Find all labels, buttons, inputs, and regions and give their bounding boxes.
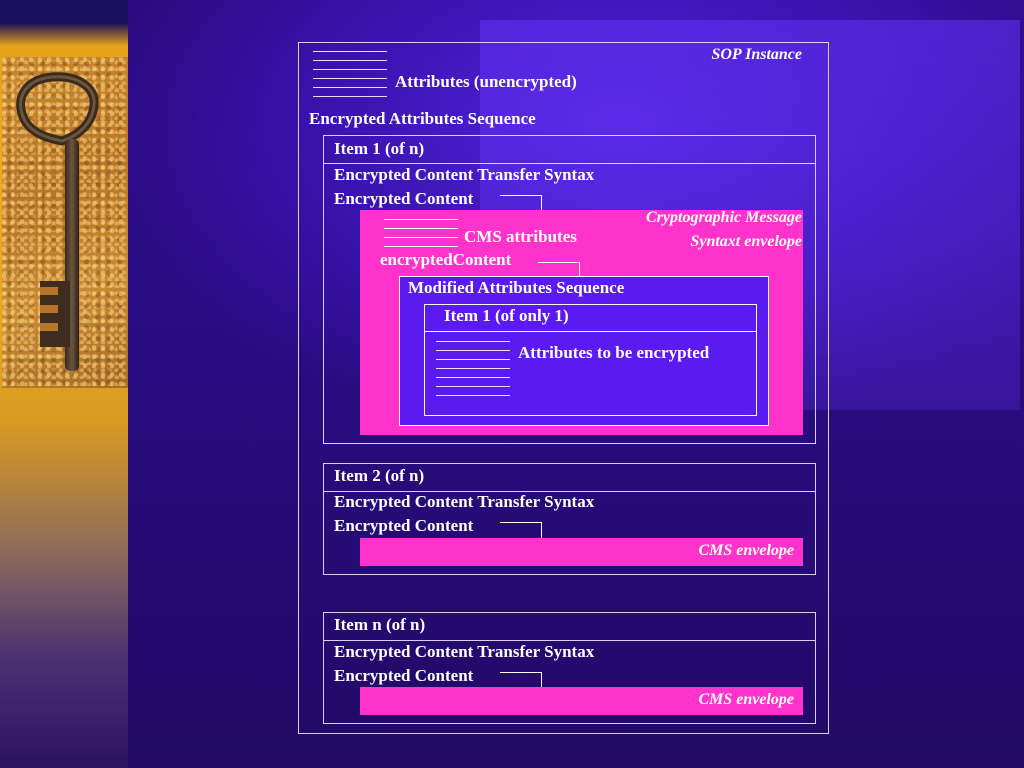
item-1-transfer-syntax: Encrypted Content Transfer Syntax xyxy=(334,165,595,184)
unencrypted-attribute-lines xyxy=(313,51,387,105)
item-2-content-connector xyxy=(500,522,542,539)
modified-attributes-sequence-label: Modified Attributes Sequence xyxy=(408,278,625,297)
item-n-content-connector xyxy=(500,672,542,688)
slide: SOP Instance Attributes (unencrypted) En… xyxy=(0,0,1024,768)
item-2-transfer-syntax: Encrypted Content Transfer Syntax xyxy=(334,492,595,511)
item-n-encrypted-content: Encrypted Content xyxy=(334,666,474,685)
item-1-header: Item 1 (of n) xyxy=(334,139,425,158)
unencrypted-attributes-label: Attributes (unencrypted) xyxy=(395,72,577,91)
item-2-encrypted-content: Encrypted Content xyxy=(334,516,474,535)
encrypted-content-connector xyxy=(538,262,580,277)
encrypted-content-field-label: encryptedContent xyxy=(380,250,512,269)
item-1-content-connector xyxy=(500,195,542,211)
item-n-cms-envelope-label: CMS envelope xyxy=(698,691,794,708)
item-n-transfer-syntax: Encrypted Content Transfer Syntax xyxy=(334,642,595,661)
encrypt-attribute-lines xyxy=(436,341,510,404)
key-image xyxy=(2,57,128,388)
encrypted-attributes-sequence-label: Encrypted Attributes Sequence xyxy=(309,109,536,128)
item-n-header: Item n (of n) xyxy=(334,615,426,634)
inner-item-header: Item 1 (of only 1) xyxy=(444,306,569,325)
cms-envelope-label-line1: Cryptographic Message xyxy=(646,209,802,226)
item-1-encrypted-content: Encrypted Content xyxy=(334,189,474,208)
item-2-header: Item 2 (of n) xyxy=(334,466,425,485)
item-2-cms-envelope-label: CMS envelope xyxy=(698,542,794,559)
attributes-to-encrypt-label: Attributes to be encrypted xyxy=(518,343,710,362)
sop-instance-label: SOP Instance xyxy=(711,46,802,63)
cms-envelope-label-line2: Syntaxt envelope xyxy=(690,233,802,250)
cms-attributes-label: CMS attributes xyxy=(464,227,577,246)
